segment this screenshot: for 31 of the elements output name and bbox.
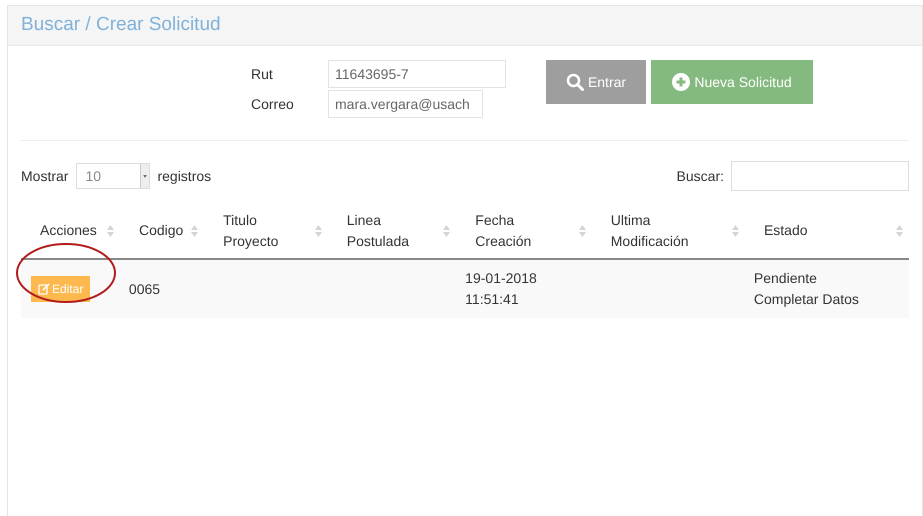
table-cell-text: 0065 xyxy=(128,280,162,298)
sort-icon xyxy=(443,224,450,236)
sort-icon xyxy=(106,224,114,236)
edit-icon xyxy=(38,283,50,295)
column-header[interactable]: Codigo xyxy=(138,220,184,241)
caret-icon xyxy=(140,164,150,188)
column-header[interactable]: Estado xyxy=(764,220,808,241)
input-field[interactable]: 11643695-7 xyxy=(328,60,506,88)
records-label: registros xyxy=(157,166,212,186)
search-label: Buscar: xyxy=(676,166,724,186)
show-label: Mostrar xyxy=(21,166,68,186)
column-header[interactable]: Titulo Proyecto xyxy=(223,210,294,252)
sort-icon xyxy=(732,224,739,236)
panel-title: Buscar / Crear Solicitud xyxy=(21,13,221,38)
table-cell-text: Pendiente Completar Datos xyxy=(754,269,860,309)
search-icon xyxy=(566,73,584,91)
column-header[interactable]: Linea Postulada xyxy=(346,210,427,252)
sort-icon xyxy=(578,224,586,236)
sort-icon xyxy=(314,224,322,236)
plus-circle-icon xyxy=(672,73,690,91)
input-field[interactable]: mara.vergara@usach xyxy=(328,90,483,118)
field-label: Rut xyxy=(251,64,274,84)
sort-icon xyxy=(191,224,198,236)
column-header[interactable]: Acciones xyxy=(40,220,97,241)
field-label: Correo xyxy=(251,94,295,114)
sort-icon xyxy=(896,224,903,236)
column-header[interactable]: Ultima Modificación xyxy=(610,210,721,252)
page-size-select[interactable]: 10 xyxy=(76,163,150,189)
table-cell-text: 19-01-2018 11:51:41 xyxy=(465,269,538,309)
search-field[interactable] xyxy=(731,161,909,191)
column-header[interactable]: Fecha Creación xyxy=(475,210,556,252)
